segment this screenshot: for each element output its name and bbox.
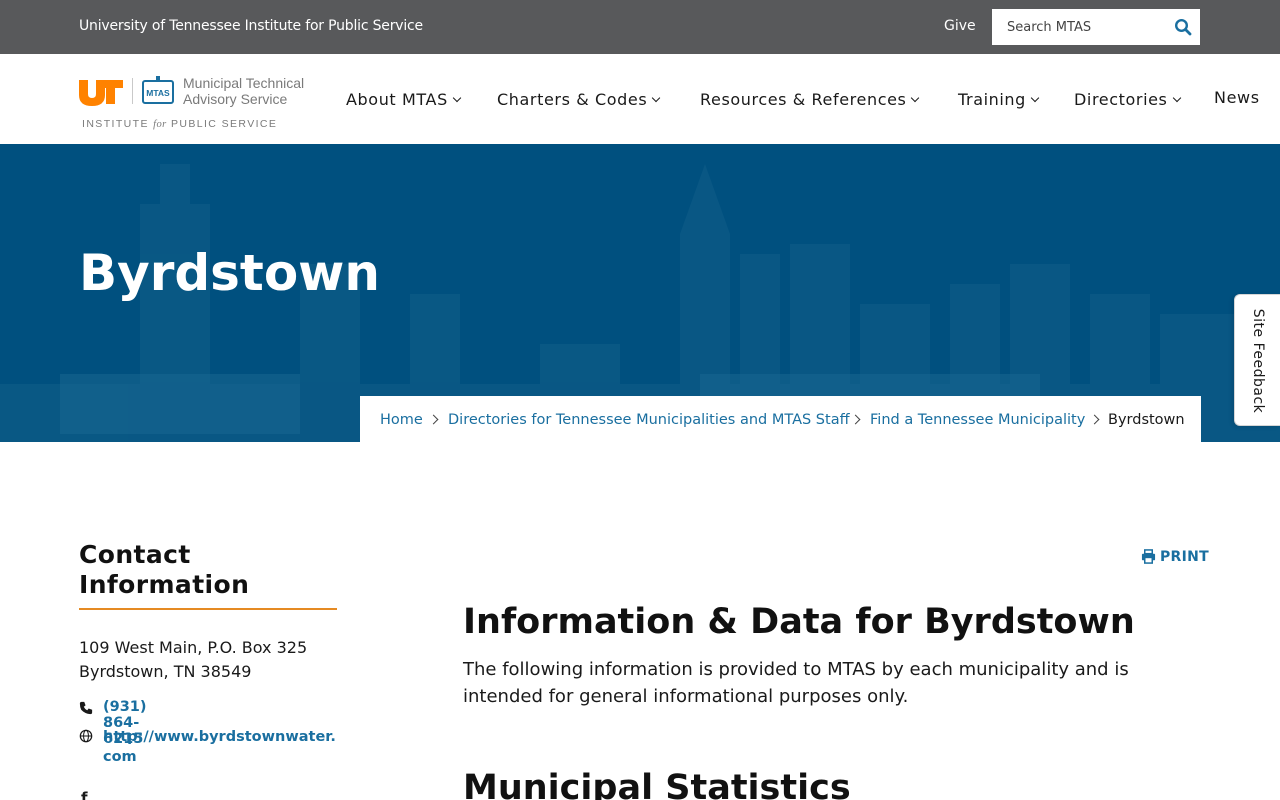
chevron-down-icon [1030,93,1040,103]
nav-item-label: Charters & Codes [497,90,648,109]
contact-heading-line2: Information [79,570,250,599]
contact-heading-rule [79,608,337,610]
breadcrumb-directories[interactable]: Directories for Tennessee Municipalities… [448,412,850,428]
chevron-down-icon [452,93,462,103]
breadcrumb-separator-icon [850,414,861,425]
nav-item-label: Directories [1074,90,1168,109]
breadcrumb-home[interactable]: Home [380,412,423,428]
nav-item-label: Training [958,90,1026,109]
info-intro: The following information is provided to… [463,659,1129,707]
site-feedback-tab[interactable]: Site Feedback [1234,294,1280,426]
phone-icon [79,701,93,715]
address-line1: 109 West Main, P.O. Box 325 [79,638,308,657]
chevron-down-icon [652,93,661,103]
nav-item-directories[interactable]: Directories [1074,90,1181,109]
nav-item-label: Resources & References [700,90,907,109]
contact-address: 109 West Main, P.O. Box 325 Byrdstown, T… [79,636,307,684]
print-label: PRINT [1160,549,1210,565]
page-title: Byrdstown [79,244,380,302]
search-input[interactable] [992,9,1162,45]
contact-sidebar: Contact Information 109 West Main, P.O. … [79,540,337,800]
search-icon[interactable] [1174,18,1192,36]
globe-icon [79,729,93,743]
main-nav: About MTAS Charters & Codes Resources & … [0,88,1280,110]
info-heading: Information & Data for Byrdstown [463,602,1135,642]
institute-tagline: INSTITUTE for PUBLIC SERVICE [82,118,277,130]
mtas-name-line1: Municipal Technical [183,75,305,91]
nav-item-charters-codes[interactable]: Charters & Codes [497,90,661,109]
nav-item-about-mtas[interactable]: About MTAS [346,90,462,109]
breadcrumb-current: Byrdstown [1108,412,1185,428]
chevron-down-icon [911,93,920,103]
contact-heading-line1: Contact [79,540,191,569]
give-link[interactable]: Give [944,18,976,34]
breadcrumb: Home Directories for Tennessee Municipal… [360,396,1201,442]
nav-item-resources-references[interactable]: Resources & References [700,90,920,109]
search-box [992,9,1200,45]
nav-item-training[interactable]: Training [958,90,1040,109]
website-link[interactable]: http://www.byrdstownwater.com [103,727,337,767]
nav-item-label: News [1214,88,1260,107]
institute-prefix: INSTITUTE [82,118,154,130]
nav-item-label: About MTAS [346,90,448,109]
print-icon [1141,549,1156,564]
stats-heading: Municipal Statistics [463,768,851,800]
institute-for: for [153,119,167,130]
breadcrumb-find-municipality[interactable]: Find a Tennessee Municipality [870,412,1085,428]
nav-item-news[interactable]: News [1214,88,1260,107]
breadcrumb-separator-icon [1089,414,1100,425]
utility-bar: University of Tennessee Institute for Pu… [0,0,1280,54]
site-feedback-label: Site Feedback [1250,308,1266,414]
org-name[interactable]: University of Tennessee Institute for Pu… [79,18,423,34]
address-line2: Byrdstown, TN 38549 [79,662,252,681]
institute-suffix: PUBLIC SERVICE [166,118,278,130]
site-header: MTAS Municipal Technical Advisory Servic… [0,54,1280,144]
breadcrumb-separator-icon [428,414,439,425]
chevron-down-icon [1172,93,1181,103]
facebook-icon[interactable]: f [81,789,88,800]
contact-heading: Contact Information [79,540,337,600]
